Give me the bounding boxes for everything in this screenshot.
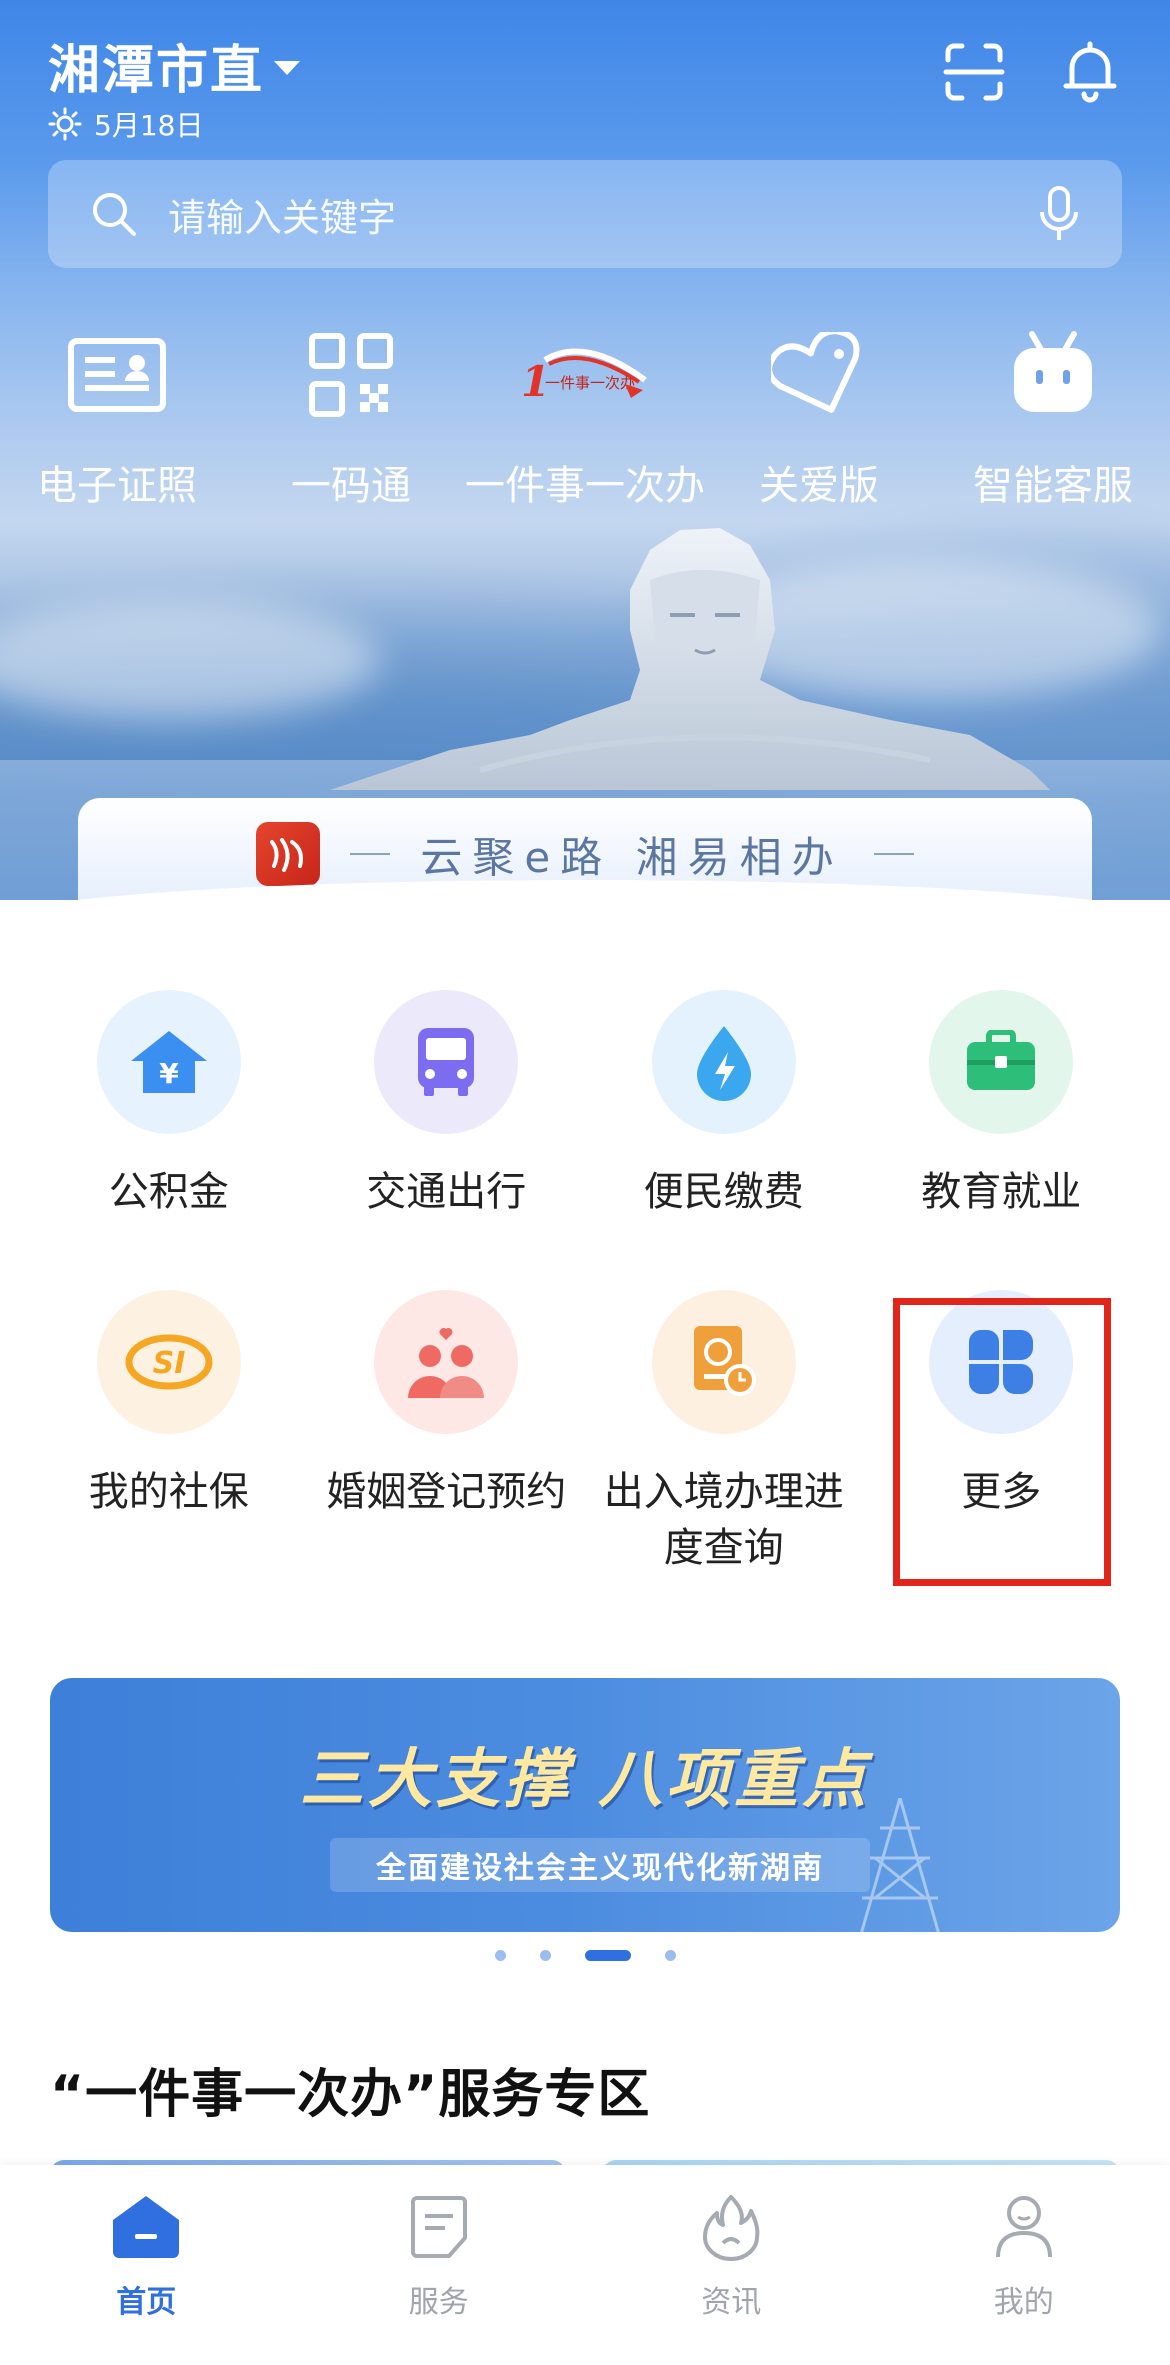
service-label: 公积金: [108, 1169, 229, 1215]
carousel-dot[interactable]: [539, 1950, 551, 1961]
banner-subtitle: 全面建设社会主义现代化新湖南: [330, 1838, 870, 1892]
carousel-indicator: [0, 1950, 1170, 1961]
service-doc-icon: [410, 2196, 467, 2258]
tab-label: 服务: [408, 2285, 469, 2320]
electricity-drop-icon: [651, 990, 796, 1134]
tab-mine[interactable]: 我的: [878, 2165, 1170, 2365]
city-name: 湘潭市直: [48, 41, 265, 101]
city-selector[interactable]: 湘潭市直: [48, 28, 301, 103]
passport-clock-icon: [651, 1290, 796, 1434]
service-label: 出入境办理进度查询: [603, 1469, 844, 1571]
service-label: 便民缴费: [643, 1169, 804, 1215]
quick-action-label: 电子证照: [37, 463, 197, 509]
divider: [873, 853, 914, 855]
search-icon: [93, 193, 136, 236]
banner-title: 三大支撑 八项重点: [299, 1743, 871, 1817]
quick-action-label: 智能客服: [973, 463, 1133, 509]
flame-icon: [703, 2195, 760, 2261]
quick-action-label: 一件事一次办: [465, 463, 705, 509]
section-title: “一件事一次办”服务专区: [50, 2065, 651, 2125]
tab-home[interactable]: 首页: [0, 2165, 293, 2365]
svg-text:¥: ¥: [159, 1057, 179, 1090]
microphone-icon[interactable]: [1036, 184, 1082, 244]
quick-action-care-version[interactable]: 关爱版: [704, 325, 934, 511]
service-marriage-registration[interactable]: 婚姻登记预约: [308, 1290, 586, 1576]
home-icon: [113, 2196, 180, 2258]
quick-action-smart-service[interactable]: 智能客服: [938, 325, 1168, 511]
caret-down-icon: [274, 60, 301, 75]
scan-icon[interactable]: [942, 40, 1006, 104]
highlight-box: [893, 1298, 1111, 1586]
tab-label: 首页: [116, 2285, 177, 2320]
briefcase-icon: [929, 990, 1074, 1134]
svg-text:一件事一次办: 一件事一次办: [545, 374, 635, 392]
one-thing-logo-icon: 1 一件事一次办: [521, 348, 647, 406]
qr-code-icon: [309, 333, 393, 417]
sun-icon: [48, 107, 82, 141]
slogan-text: 云聚e路 湘易相办: [420, 832, 844, 882]
search-placeholder: 请输入关键字: [168, 195, 397, 240]
quick-actions: 电子证照 一码通 1 一件事一次办 一件事一次办 关爱版 智能客服: [0, 325, 1170, 511]
service-transport[interactable]: 交通出行: [308, 990, 586, 1220]
quick-action-one-thing[interactable]: 1 一件事一次办 一件事一次办: [465, 325, 705, 511]
service-housing-fund[interactable]: ¥ 公积金: [30, 990, 308, 1220]
date-text: 5月18日: [94, 109, 204, 142]
service-label: 交通出行: [366, 1169, 527, 1215]
quick-action-one-code[interactable]: 一码通: [236, 325, 466, 511]
robot-icon: [1014, 331, 1092, 412]
search-bar[interactable]: 请输入关键字: [48, 160, 1122, 268]
id-card-icon: [68, 338, 166, 412]
service-education-employment[interactable]: 教育就业: [863, 990, 1141, 1220]
service-exit-entry-query[interactable]: 出入境办理进度查询: [585, 1290, 863, 1576]
app-logo-icon: [256, 822, 321, 886]
service-label: 教育就业: [921, 1169, 1082, 1215]
tab-label: 我的: [993, 2285, 1054, 2320]
service-utility-payment[interactable]: 便民缴费: [585, 990, 863, 1220]
user-icon: [995, 2196, 1052, 2258]
carousel-dot[interactable]: [664, 1950, 676, 1961]
heart-tag-icon: [771, 332, 860, 413]
quick-action-e-license[interactable]: 电子证照: [2, 325, 232, 511]
divider: [350, 853, 391, 855]
social-security-icon: SI: [96, 1290, 241, 1434]
tab-service[interactable]: 服务: [293, 2165, 586, 2365]
service-label: 我的社保: [88, 1469, 249, 1515]
promo-banner[interactable]: 三大支撑 八项重点 全面建设社会主义现代化新湖南: [50, 1678, 1120, 1932]
service-social-security[interactable]: SI 我的社保: [30, 1290, 308, 1576]
carousel-dot-active[interactable]: [584, 1950, 631, 1961]
quick-action-label: 关爱版: [759, 463, 879, 509]
carousel-dot[interactable]: [494, 1950, 506, 1961]
couple-heart-icon: [374, 1290, 519, 1434]
tab-label: 资讯: [701, 2285, 762, 2320]
bottom-tab-bar: 首页 服务 资讯 我的: [0, 2165, 1170, 2365]
weather-date: 5月18日: [48, 104, 203, 144]
bell-icon[interactable]: [1058, 40, 1122, 104]
tab-news[interactable]: 资讯: [585, 2165, 878, 2365]
housing-fund-icon: ¥: [96, 990, 241, 1134]
svg-text:SI: SI: [152, 1346, 185, 1381]
statue-illustration: [330, 528, 1050, 790]
hero-background: 湘潭市直 5月18日 请输入关键字 电子证照 一码通 1 一件事一次办 一件事一…: [0, 0, 1170, 900]
quick-action-label: 一码通: [291, 463, 411, 509]
service-label: 婚姻登记预约: [326, 1469, 567, 1515]
bus-icon: [374, 990, 519, 1134]
